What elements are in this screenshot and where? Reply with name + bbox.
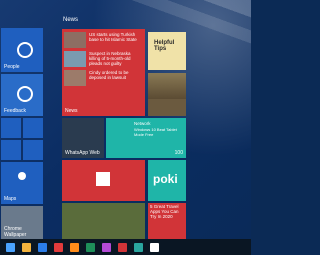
tile-poki[interactable]: poki <box>148 160 186 201</box>
feedback-icon <box>17 86 33 102</box>
tile-maps[interactable]: Maps <box>1 162 43 204</box>
tile-bottom-story[interactable]: 5 Great Travel Apps You Can Try In 2020 <box>148 203 186 239</box>
tile-feedback-label: Feedback <box>4 108 26 114</box>
news-thumbnail <box>64 32 86 48</box>
network-title: Network <box>134 121 151 126</box>
tile-small-1[interactable] <box>1 118 21 138</box>
news-thumbnail <box>64 70 86 86</box>
news-item-title: Cindy ordered to be deposed in lawsuit <box>89 70 129 81</box>
flip-icon <box>96 172 110 186</box>
tile-chrome-wallpaper[interactable]: Chrome Wallpaper <box>1 206 43 240</box>
tile-people[interactable]: People <box>1 28 43 72</box>
tile-news[interactable]: US starts using Turkish base to hit Isla… <box>62 29 145 116</box>
section-title: News <box>63 17 79 23</box>
news-list: US starts using Turkish base to hit Isla… <box>64 32 142 89</box>
network-subtitle: Windows 10 Beat Tablet Mode Free <box>134 127 177 137</box>
tile-whatsapp-label: WhatsApp Web <box>65 150 100 156</box>
news-thumbnail <box>64 51 86 67</box>
bottom-story-text: 5 Great Travel Apps You Can Try In 2020 <box>150 204 179 219</box>
news-item-title: Suspect in Nebraska killing of 5-month-o… <box>89 51 131 67</box>
news-item[interactable]: Cindy ordered to be deposed in lawsuit <box>64 70 142 89</box>
tile-chrome-label: Chrome Wallpaper <box>4 226 27 238</box>
tile-photo[interactable] <box>148 73 186 116</box>
news-item-title: US starts using Turkish base to hit Isla… <box>89 32 137 43</box>
taskbar-app-3[interactable] <box>54 242 63 252</box>
taskbar-app-1[interactable] <box>22 242 31 252</box>
tile-small-2[interactable] <box>23 118 43 138</box>
tile-small-3[interactable] <box>1 140 21 160</box>
map-pin-icon <box>18 172 26 180</box>
taskbar-app-8[interactable] <box>134 242 143 252</box>
status-count: 100 <box>174 150 183 156</box>
taskbar-app-7[interactable] <box>118 242 127 252</box>
tile-network[interactable]: Network Windows 10 Beat Tablet Mode Free… <box>106 118 186 158</box>
poki-label: poki <box>153 172 178 186</box>
tile-small-4[interactable] <box>23 140 43 160</box>
tile-feedback[interactable]: Feedback <box>1 74 43 116</box>
news-item[interactable]: US starts using Turkish base to hit Isla… <box>64 32 142 51</box>
tile-news-label: News <box>65 108 78 114</box>
tile-flip[interactable] <box>62 160 145 201</box>
tile-maps-label: Maps <box>4 196 17 202</box>
taskbar-app-2[interactable] <box>38 242 47 252</box>
taskbar-app-5[interactable] <box>86 242 95 252</box>
taskbar-app-4[interactable] <box>70 242 79 252</box>
tile-helpful-tips[interactable]: Helpful Tips <box>148 32 186 70</box>
start-icon[interactable] <box>6 242 15 252</box>
tile-people-label: People <box>4 64 20 70</box>
tile-whatsapp[interactable]: WhatsApp Web <box>62 118 104 158</box>
taskbar <box>0 239 251 255</box>
news-item[interactable]: Suspect in Nebraska killing of 5-month-o… <box>64 51 142 70</box>
helpful-tips-title: Helpful Tips <box>154 40 175 52</box>
taskbar-app-9[interactable] <box>150 242 159 252</box>
people-icon <box>17 42 33 58</box>
tile-bottom-photo[interactable] <box>62 203 145 239</box>
taskbar-app-6[interactable] <box>102 242 111 252</box>
